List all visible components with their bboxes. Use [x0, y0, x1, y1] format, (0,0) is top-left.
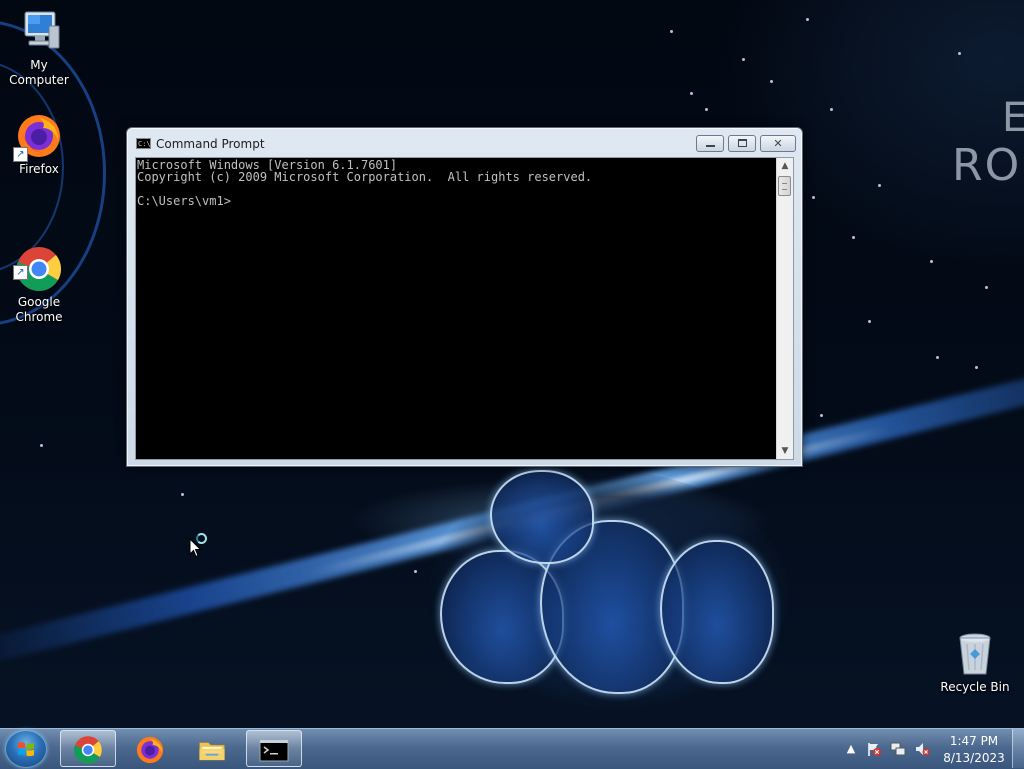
- desktop-icon-firefox[interactable]: ↗ Firefox: [1, 112, 77, 177]
- shortcut-arrow-icon: ↗: [13, 265, 28, 280]
- action-center-flag-icon[interactable]: [866, 741, 882, 757]
- scroll-down-icon[interactable]: ▼: [777, 443, 793, 459]
- wallpaper-flower: [430, 470, 790, 710]
- cmd-icon: C:\: [136, 138, 151, 149]
- maximize-button[interactable]: [728, 135, 756, 152]
- maximize-icon: [737, 139, 747, 147]
- scrollbar-thumb[interactable]: [778, 176, 791, 196]
- desktop-icon-label: Firefox: [19, 162, 59, 176]
- busy-indicator-icon: [196, 533, 207, 544]
- volume-muted-icon[interactable]: [914, 741, 930, 757]
- wallpaper-text: RON: [952, 140, 1024, 191]
- wallpaper-petal: [490, 470, 594, 564]
- wallpaper-petal: [660, 540, 774, 684]
- taskbar: ▲: [0, 728, 1024, 769]
- desktop-icon-label: Google Chrome: [15, 295, 63, 324]
- taskbar-chrome-button[interactable]: [60, 730, 116, 767]
- folder-icon: [199, 742, 225, 761]
- console-output[interactable]: Microsoft Windows [Version 6.1.7601] Copy…: [136, 158, 776, 459]
- vertical-scrollbar[interactable]: ▲ ▼: [776, 158, 793, 459]
- taskbar-explorer-button[interactable]: [184, 730, 240, 767]
- clock-date[interactable]: 8/13/2023: [940, 751, 1008, 765]
- command-prompt-window[interactable]: C:\ Command Prompt ✕ Microsoft Windows […: [126, 127, 803, 467]
- minimize-icon: [705, 145, 715, 147]
- close-button[interactable]: ✕: [760, 135, 796, 152]
- chrome-icon: [73, 736, 102, 764]
- close-icon: ✕: [773, 137, 783, 150]
- desktop-icon-label: My Computer: [9, 58, 69, 87]
- recycle-bin-icon: [951, 630, 999, 678]
- start-button[interactable]: [5, 730, 47, 768]
- desktop-icon-label: Recycle Bin: [940, 680, 1010, 694]
- minimize-button[interactable]: [696, 135, 724, 152]
- desktop-icon-my-computer[interactable]: My Computer: [1, 8, 77, 88]
- show-hidden-icons-chevron[interactable]: ▲: [843, 741, 859, 757]
- chrome-icon: ↗: [13, 230, 63, 291]
- window-title: Command Prompt: [156, 137, 265, 151]
- cmd-icon: [259, 739, 289, 762]
- taskbar-firefox-button[interactable]: [122, 730, 178, 767]
- firefox-icon: ↗: [13, 112, 63, 162]
- my-computer-icon: [15, 8, 63, 56]
- shortcut-arrow-icon: ↗: [13, 147, 28, 162]
- network-icon[interactable]: [890, 741, 906, 757]
- desktop-icon-google-chrome[interactable]: ↗ Google Chrome: [1, 215, 77, 340]
- windows-start-icon: [18, 742, 34, 757]
- clock-time[interactable]: 1:47 PM: [944, 734, 1004, 748]
- taskbar-command-prompt-button[interactable]: [246, 730, 302, 767]
- console-area[interactable]: Microsoft Windows [Version 6.1.7601] Copy…: [135, 157, 794, 460]
- firefox-icon: [136, 736, 164, 764]
- wallpaper-text: E: [1002, 95, 1024, 141]
- console-line: Copyright (c) 2009 Microsoft Corporation…: [137, 170, 593, 184]
- console-prompt: C:\Users\vm1>: [137, 194, 231, 208]
- scroll-up-icon[interactable]: ▲: [777, 158, 793, 174]
- desktop-icon-recycle-bin[interactable]: Recycle Bin: [937, 630, 1013, 695]
- window-titlebar[interactable]: C:\ Command Prompt ✕: [127, 128, 802, 157]
- show-desktop-button[interactable]: [1012, 729, 1024, 768]
